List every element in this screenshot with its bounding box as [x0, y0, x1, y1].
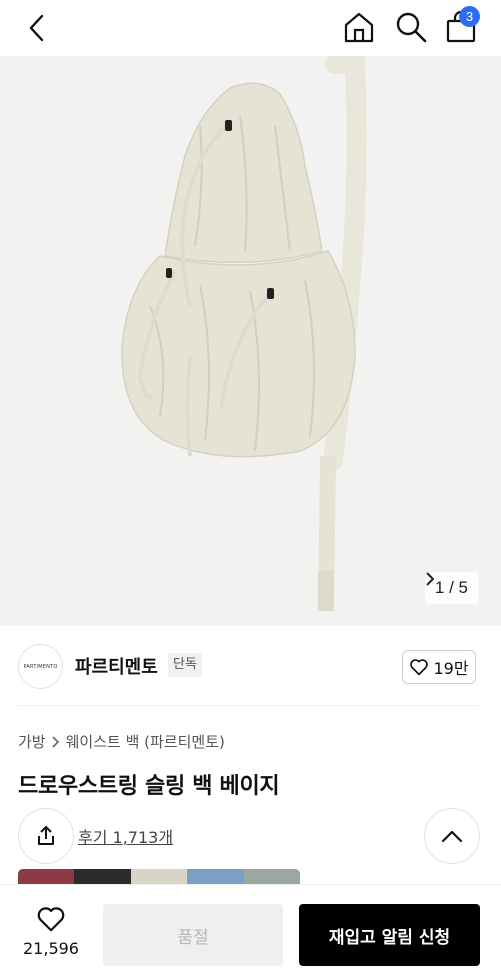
- product-like-count: 21,596: [23, 939, 79, 958]
- image-pager[interactable]: 1 / 5: [424, 572, 478, 604]
- brand-logo-text: PARTIMENTO: [23, 663, 58, 670]
- chevron-right-icon: [426, 572, 435, 586]
- share-button[interactable]: [18, 808, 74, 864]
- heart-icon: [410, 659, 429, 676]
- heart-icon: [37, 907, 65, 932]
- product-image: [0, 56, 501, 626]
- breadcrumb-category[interactable]: 가방: [18, 731, 46, 752]
- chevron-up-icon: [441, 830, 463, 843]
- brand-name[interactable]: 파르티멘토: [75, 653, 158, 679]
- back-arrow-icon[interactable]: [20, 10, 56, 46]
- product-like-button[interactable]: 21,596: [18, 905, 84, 965]
- brand-row: PARTIMENTO 파르티멘토 단독 19만: [0, 630, 501, 702]
- brand-like-button[interactable]: 19만: [402, 650, 476, 684]
- breadcrumb-subcategory[interactable]: 웨이스트 백 (파르티멘토): [66, 731, 225, 752]
- product-title: 드로우스트링 슬링 백 베이지: [18, 774, 280, 799]
- bottom-action-bar: 21,596 품절 재입고 알림 신청: [0, 884, 501, 977]
- cart-count-badge: 3: [459, 6, 480, 27]
- breadcrumb: 가방 웨이스트 백 (파르티멘토): [18, 731, 225, 752]
- product-image-carousel[interactable]: 1 / 5: [0, 56, 501, 626]
- search-icon[interactable]: [392, 8, 430, 46]
- brand-like-count: 19만: [433, 659, 469, 678]
- share-icon: [38, 826, 54, 845]
- scroll-to-top-button[interactable]: [424, 808, 480, 864]
- divider: [18, 705, 478, 706]
- home-icon[interactable]: [340, 8, 378, 46]
- chevron-right-icon: [52, 735, 59, 748]
- soldout-button: 품절: [103, 904, 283, 966]
- product-page: 3 1 / 5 PARTIMENTO 파르티멘토 단독 19만 가방 웨이스트 …: [0, 0, 501, 977]
- pager-text: 1 / 5: [434, 578, 468, 597]
- brand-logo[interactable]: PARTIMENTO: [18, 644, 63, 689]
- top-bar: 3: [0, 0, 501, 56]
- review-count-link[interactable]: 후기 1,713개: [78, 824, 173, 848]
- exclusive-badge: 단독: [168, 653, 202, 677]
- restock-alert-button[interactable]: 재입고 알림 신청: [299, 904, 480, 966]
